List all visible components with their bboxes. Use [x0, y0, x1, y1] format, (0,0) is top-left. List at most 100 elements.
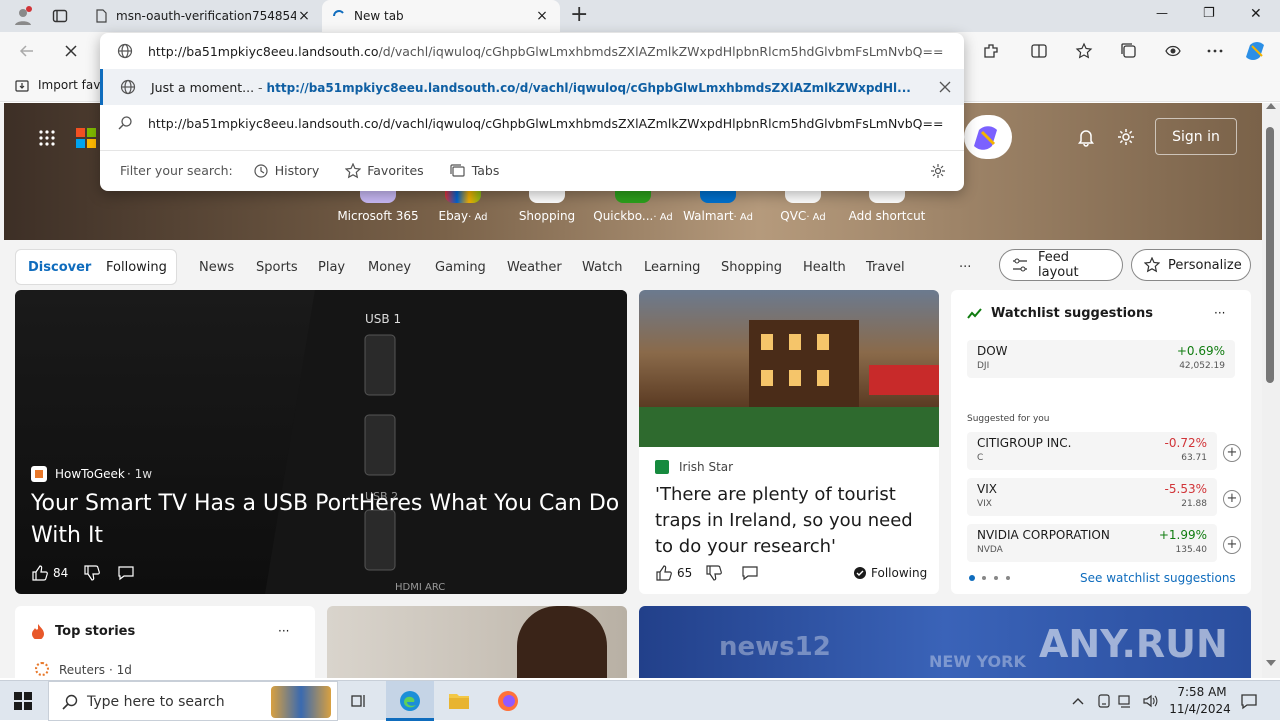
watchlist-item-dow[interactable]: DOW DJI +0.69% 42,052.19: [967, 340, 1235, 378]
notifications-bell-icon[interactable]: [1076, 127, 1096, 147]
import-favorites-link[interactable]: Import favo: [38, 78, 108, 92]
tab-following[interactable]: Following: [106, 260, 167, 275]
stop-icon[interactable]: [62, 42, 80, 60]
file-explorer-icon[interactable]: [448, 691, 470, 711]
close-tab-icon[interactable]: ×: [296, 8, 312, 24]
split-screen-icon[interactable]: [1030, 42, 1048, 60]
filter-tabs[interactable]: Tabs: [450, 163, 499, 179]
copilot-icon[interactable]: [964, 115, 1012, 159]
microsoft-logo-icon[interactable]: [76, 128, 96, 148]
news12-story-card[interactable]: news12 NEW YORK ANY.RUN: [639, 606, 1251, 678]
page-scrollbar[interactable]: [1262, 103, 1280, 678]
shortcut-label: Walmart: [683, 209, 734, 223]
window-close-button[interactable]: ✕: [1250, 6, 1262, 22]
category-shopping[interactable]: Shopping: [721, 260, 782, 275]
watchlist-item-citigroup[interactable]: CITIGROUP INC. C -0.72% 63.71: [967, 432, 1217, 470]
close-tab-icon[interactable]: ×: [534, 8, 550, 24]
copilot-icon[interactable]: [1246, 40, 1268, 62]
tab-discover[interactable]: Discover: [28, 260, 91, 275]
portrait-story-card[interactable]: [327, 606, 627, 678]
hdmi-label: HDMI ARC: [395, 582, 445, 593]
extensions-icon[interactable]: [982, 42, 1000, 60]
personalize-button[interactable]: Personalize: [1131, 249, 1251, 281]
filter-history[interactable]: History: [253, 163, 319, 179]
shortcut-ad-label: · Ad: [806, 212, 826, 223]
network-icon[interactable]: [1118, 693, 1134, 709]
category-health[interactable]: Health: [803, 260, 846, 275]
tab-actions-icon[interactable]: [52, 8, 68, 24]
following-label[interactable]: Following: [871, 566, 927, 580]
new-tab-button[interactable]: +: [570, 2, 588, 27]
address-input-row[interactable]: http://ba51mpkiyc8eeu.landsouth.co/d/vac…: [100, 33, 964, 69]
device-icon[interactable]: [1096, 693, 1112, 709]
watchlist-more-button[interactable]: ···: [1214, 306, 1225, 320]
settings-gear-icon[interactable]: [1116, 127, 1136, 147]
tab-new-tab[interactable]: New tab ×: [322, 0, 560, 32]
url-host: http://ba51mpkiyc8eeu.landsouth.co: [148, 43, 379, 59]
personalize-star-icon: [1144, 257, 1160, 273]
see-watchlist-link[interactable]: See watchlist suggestions: [1080, 571, 1236, 585]
story-card-irish-star[interactable]: Irish Star 'There are plenty of tourist …: [639, 290, 939, 594]
category-gaming[interactable]: Gaming: [435, 260, 486, 275]
address-input[interactable]: http://ba51mpkiyc8eeu.landsouth.co/d/vac…: [148, 44, 943, 59]
profile-icon[interactable]: [12, 6, 34, 26]
globe-icon: [116, 43, 134, 59]
collections-icon[interactable]: [1120, 42, 1138, 60]
clock-date[interactable]: 11/4/2024: [1168, 702, 1232, 716]
like-icon[interactable]: [655, 564, 673, 582]
show-hidden-icons[interactable]: [1071, 695, 1085, 707]
like-icon[interactable]: [31, 564, 49, 582]
category-sports[interactable]: Sports: [256, 260, 298, 275]
add-to-watchlist-button[interactable]: +: [1223, 536, 1241, 554]
volume-icon[interactable]: [1142, 693, 1158, 709]
comment-icon[interactable]: [117, 564, 135, 582]
apps-grid-icon[interactable]: [38, 129, 56, 147]
windows-start-icon[interactable]: [14, 692, 32, 710]
category-play[interactable]: Play: [318, 260, 345, 275]
pagination-dots[interactable]: [969, 575, 1019, 581]
minimize-button[interactable]: —: [1156, 6, 1168, 20]
back-icon[interactable]: [18, 42, 36, 60]
firefox-icon[interactable]: [497, 690, 519, 712]
feed-layout-button[interactable]: Feed layout: [999, 249, 1123, 281]
filter-favorites[interactable]: Favorites: [345, 162, 424, 179]
filter-settings-gear-icon[interactable]: [930, 163, 946, 179]
sign-in-button[interactable]: Sign in: [1155, 118, 1237, 155]
task-view-icon[interactable]: [350, 692, 368, 710]
browser-essentials-icon[interactable]: [1164, 42, 1182, 60]
favorites-star-icon[interactable]: [1075, 42, 1093, 60]
main-story-card[interactable]: USB 1 USB 2 HDMI ARC HowToGeek · 1w Your…: [15, 290, 627, 594]
dislike-icon[interactable]: [705, 564, 723, 582]
story-headline[interactable]: 'There are plenty of tourist traps in Ir…: [655, 482, 925, 560]
suggestion-item-1[interactable]: Just a moment... - http://ba51mpkiyc8eeu…: [100, 69, 964, 105]
category-weather[interactable]: Weather: [507, 260, 562, 275]
category-money[interactable]: Money: [368, 260, 411, 275]
notifications-icon[interactable]: [1240, 692, 1258, 710]
dislike-icon[interactable]: [83, 564, 101, 582]
main-story-headline[interactable]: Your Smart TV Has a USB PortHeres What Y…: [31, 488, 621, 552]
top-stories-more-button[interactable]: ···: [278, 624, 289, 638]
clock-time[interactable]: 7:58 AM: [1172, 685, 1232, 699]
top-stories-card: Top stories ··· Reuters · 1d: [15, 606, 315, 678]
tab-msn-oauth[interactable]: msn-oauth-verification75485474 ×: [84, 0, 322, 32]
comment-icon[interactable]: [741, 564, 759, 582]
category-watch[interactable]: Watch: [582, 260, 622, 275]
settings-more-icon[interactable]: [1206, 42, 1224, 60]
remove-suggestion-icon[interactable]: [937, 79, 953, 95]
add-to-watchlist-button[interactable]: +: [1223, 490, 1241, 508]
category-travel[interactable]: Travel: [866, 260, 905, 275]
shortcut-label: Shopping: [518, 209, 576, 223]
add-to-watchlist-button[interactable]: +: [1223, 444, 1241, 462]
watchlist-item-vix[interactable]: VIX VIX -5.53% 21.88: [967, 478, 1217, 516]
suggestion-item-2[interactable]: http://ba51mpkiyc8eeu.landsouth.co/d/vac…: [100, 105, 964, 141]
taskbar-search-placeholder: Type here to search: [87, 694, 225, 710]
watchlist-item-nvidia[interactable]: NVIDIA CORPORATION NVDA +1.99% 135.40: [967, 524, 1217, 562]
taskbar-search-box[interactable]: Type here to search: [48, 681, 338, 721]
tab-title: New tab: [354, 9, 404, 23]
restore-button[interactable]: ❐: [1203, 6, 1215, 21]
category-learning[interactable]: Learning: [644, 260, 700, 275]
taskbar-edge-app[interactable]: [386, 681, 434, 721]
scrollbar-thumb[interactable]: [1266, 127, 1274, 383]
category-news[interactable]: News: [199, 260, 234, 275]
more-categories-button[interactable]: ···: [959, 260, 971, 275]
